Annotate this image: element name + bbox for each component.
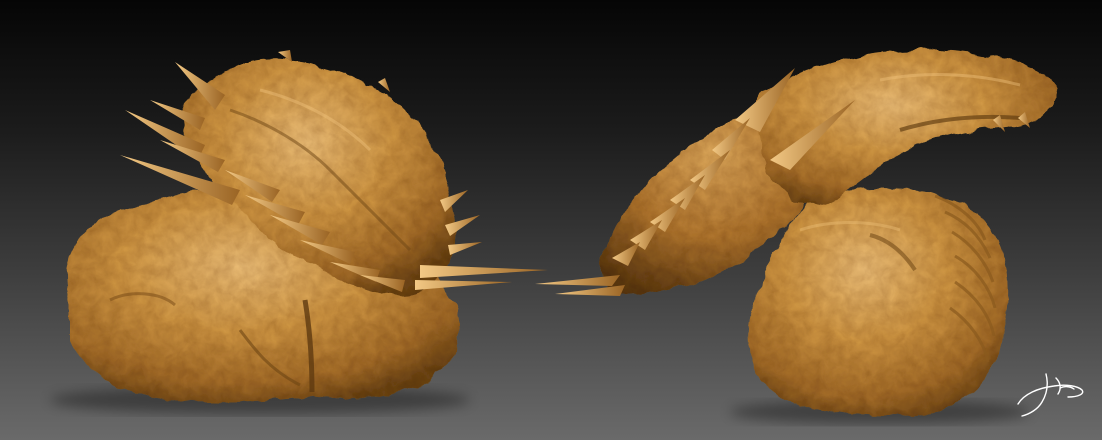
- side-view: [535, 49, 1057, 424]
- render-scene: [50, 49, 1057, 424]
- front-view: [50, 50, 548, 414]
- signature-icon: [1017, 373, 1084, 417]
- render-viewport: [0, 0, 1102, 440]
